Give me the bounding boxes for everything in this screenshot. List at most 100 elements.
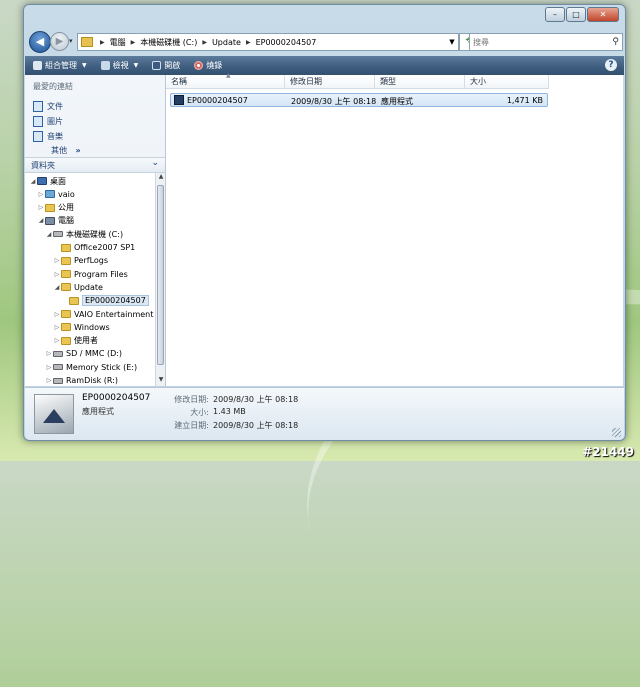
folders-header[interactable]: 資料夾 ⌄ xyxy=(25,157,165,173)
column-header-type[interactable]: 類型 xyxy=(375,75,465,89)
column-header-label: 大小 xyxy=(470,77,486,86)
navigation-pane: 最愛的連結 文件 圖片 音樂 其他 » 資料夾 ⌄ ◢ 桌面 ▷ vaio ▷ 公用 ◢ 電腦… xyxy=(25,75,166,386)
tree-item[interactable]: ▷ Program Files xyxy=(53,268,128,280)
file-list: 名稱 ▲ 修改日期 類型 大小 EP0000204507 2009/8/30 上… xyxy=(166,72,623,386)
folder-icon xyxy=(81,37,93,47)
breadcrumb-ep-folder[interactable]: EP0000204507 xyxy=(254,38,319,47)
collapsed-arrow-icon[interactable]: ▷ xyxy=(45,364,53,371)
breadcrumb-separator[interactable]: ▶ xyxy=(243,39,254,46)
tree-item[interactable]: ◢ 電腦 xyxy=(37,215,74,227)
file-row[interactable]: EP0000204507 2009/8/30 上午 08:18 應用程式 1,4… xyxy=(170,93,548,107)
details-file-name: EP0000204507 xyxy=(82,393,151,403)
tree-item[interactable]: ▷ PerfLogs xyxy=(53,255,108,267)
back-button[interactable]: ◀ xyxy=(29,31,51,53)
tree-item[interactable]: ◢ 本機磁碟機 (C:) xyxy=(45,228,123,240)
maximize-button[interactable]: □ xyxy=(566,7,586,22)
tree-item-label: Update xyxy=(74,282,103,292)
expanded-arrow-icon[interactable]: ◢ xyxy=(29,178,37,185)
organize-button[interactable]: 組合管理 ▼ xyxy=(33,60,87,71)
file-modified: 2009/8/30 上午 08:18 xyxy=(291,97,377,106)
desktop-icon xyxy=(37,177,47,185)
breadcrumb-separator[interactable]: ▶ xyxy=(199,39,210,46)
chevron-down-icon: ⌄ xyxy=(151,158,159,168)
favorite-link-music[interactable]: 音樂 xyxy=(33,131,63,142)
tree-item-label: 公用 xyxy=(58,203,74,213)
tree-item[interactable]: ◢ 桌面 xyxy=(29,175,66,187)
breadcrumb-separator[interactable]: ▶ xyxy=(128,39,139,46)
column-header-name[interactable]: 名稱 ▲ xyxy=(166,72,285,89)
favorite-link-documents[interactable]: 文件 xyxy=(33,101,63,112)
breadcrumb-c-drive[interactable]: 本機磁碟機 (C:) xyxy=(138,37,199,48)
recent-pages-dropdown[interactable]: ▾ xyxy=(69,37,73,45)
tree-item[interactable]: ▷ VAIO Entertainment xyxy=(53,308,154,320)
details-size-label: 大小: xyxy=(190,408,209,417)
tree-item[interactable]: EP0000204507 xyxy=(61,295,149,307)
tree-item[interactable]: ▷ 公用 xyxy=(37,202,74,214)
chevron-down-icon[interactable]: ▼ xyxy=(446,38,458,46)
collapsed-arrow-icon[interactable]: ▷ xyxy=(53,311,61,318)
scroll-up-icon[interactable]: ▲ xyxy=(156,173,165,183)
forward-button[interactable]: ▶ xyxy=(50,32,69,51)
folders-title: 資料夾 xyxy=(31,161,55,170)
scroll-down-icon[interactable]: ▼ xyxy=(156,376,165,386)
breadcrumb-computer[interactable]: 電腦 xyxy=(108,37,128,48)
collapsed-arrow-icon[interactable]: ▷ xyxy=(53,324,61,331)
drive-icon xyxy=(53,364,63,371)
tree-item[interactable]: ▷ Windows xyxy=(53,321,110,333)
search-input[interactable] xyxy=(470,36,604,48)
collapsed-arrow-icon[interactable]: ▷ xyxy=(37,204,45,211)
tree-item-label: VAIO Entertainment xyxy=(74,309,154,319)
breadcrumb-separator[interactable]: ▶ xyxy=(97,39,108,46)
tree-item[interactable]: ▷ SD / MMC (D:) xyxy=(45,348,122,360)
minimize-button[interactable]: – xyxy=(545,7,565,22)
column-header-label: 修改日期 xyxy=(290,77,322,86)
tree-item[interactable]: ◢ Update xyxy=(53,281,103,293)
open-button[interactable]: 開啟 xyxy=(152,60,180,71)
favorite-link-pictures[interactable]: 圖片 xyxy=(33,116,63,127)
tree-item[interactable]: ▷ 使用者 xyxy=(53,335,98,347)
details-pane: EP0000204507 應用程式 修改日期: 2009/8/30 上午 08:… xyxy=(25,387,624,440)
collapsed-arrow-icon[interactable]: ▷ xyxy=(45,377,53,384)
search-icon[interactable]: ⚲ xyxy=(612,37,619,47)
collapsed-arrow-icon[interactable]: ▷ xyxy=(53,337,61,344)
tree-item[interactable]: ▷ RamDisk (R:) xyxy=(45,375,118,387)
command-bar: 組合管理 ▼ 檢視 ▼ 開啟 燒錄 ? xyxy=(25,56,624,75)
column-header-modified[interactable]: 修改日期 xyxy=(285,75,375,89)
favorite-links-title: 最愛的連結 xyxy=(33,82,73,91)
views-button[interactable]: 檢視 ▼ xyxy=(100,60,138,71)
folder-icon xyxy=(61,336,71,345)
scroll-thumb[interactable] xyxy=(157,185,164,365)
more-links-label: 其他 xyxy=(51,146,67,155)
resize-grip[interactable] xyxy=(612,428,621,437)
more-links[interactable]: 其他 » xyxy=(51,145,81,156)
expanded-arrow-icon[interactable]: ◢ xyxy=(45,231,53,238)
organize-icon xyxy=(33,61,42,70)
application-icon xyxy=(34,394,74,434)
file-type: 應用程式 xyxy=(381,97,413,106)
details-modified-value: 2009/8/30 上午 08:18 xyxy=(213,395,299,404)
collapsed-arrow-icon[interactable]: ▷ xyxy=(37,191,45,198)
column-header-size[interactable]: 大小 xyxy=(465,75,549,89)
tree-item[interactable]: Office2007 SP1 xyxy=(53,242,135,254)
collapsed-arrow-icon[interactable]: ▷ xyxy=(45,350,53,357)
collapsed-arrow-icon[interactable]: ▷ xyxy=(53,257,61,264)
drive-icon xyxy=(53,231,63,238)
close-button[interactable]: ✕ xyxy=(587,7,619,22)
folder-icon xyxy=(69,296,79,305)
address-bar[interactable]: ▶ 電腦 ▶ 本機磁碟機 (C:) ▶ Update ▶ EP000020450… xyxy=(77,33,459,51)
tree-item[interactable]: ▷ vaio xyxy=(37,188,75,200)
expanded-arrow-icon[interactable]: ◢ xyxy=(53,284,61,291)
favorite-link-label: 圖片 xyxy=(47,117,63,126)
expanded-arrow-icon[interactable]: ◢ xyxy=(37,217,45,224)
collapsed-arrow-icon[interactable]: ▷ xyxy=(53,271,61,278)
chevron-down-icon: ▼ xyxy=(82,62,87,69)
folder-tree-scrollbar[interactable]: ▲ ▼ xyxy=(155,173,165,386)
burn-button[interactable]: 燒錄 xyxy=(194,60,222,71)
breadcrumb-update[interactable]: Update xyxy=(210,38,243,47)
folder-tree: ◢ 桌面 ▷ vaio ▷ 公用 ◢ 電腦 ◢ 本機磁碟機 (C:) Office2007 SP1 ▷… xyxy=(25,173,155,386)
tree-item[interactable]: ▷ Memory Stick (E:) xyxy=(45,361,137,373)
views-label: 檢視 xyxy=(112,61,129,70)
details-created-label: 建立日期: xyxy=(174,421,209,430)
file-size: 1,471 KB xyxy=(506,96,543,105)
help-icon[interactable]: ? xyxy=(605,59,617,71)
